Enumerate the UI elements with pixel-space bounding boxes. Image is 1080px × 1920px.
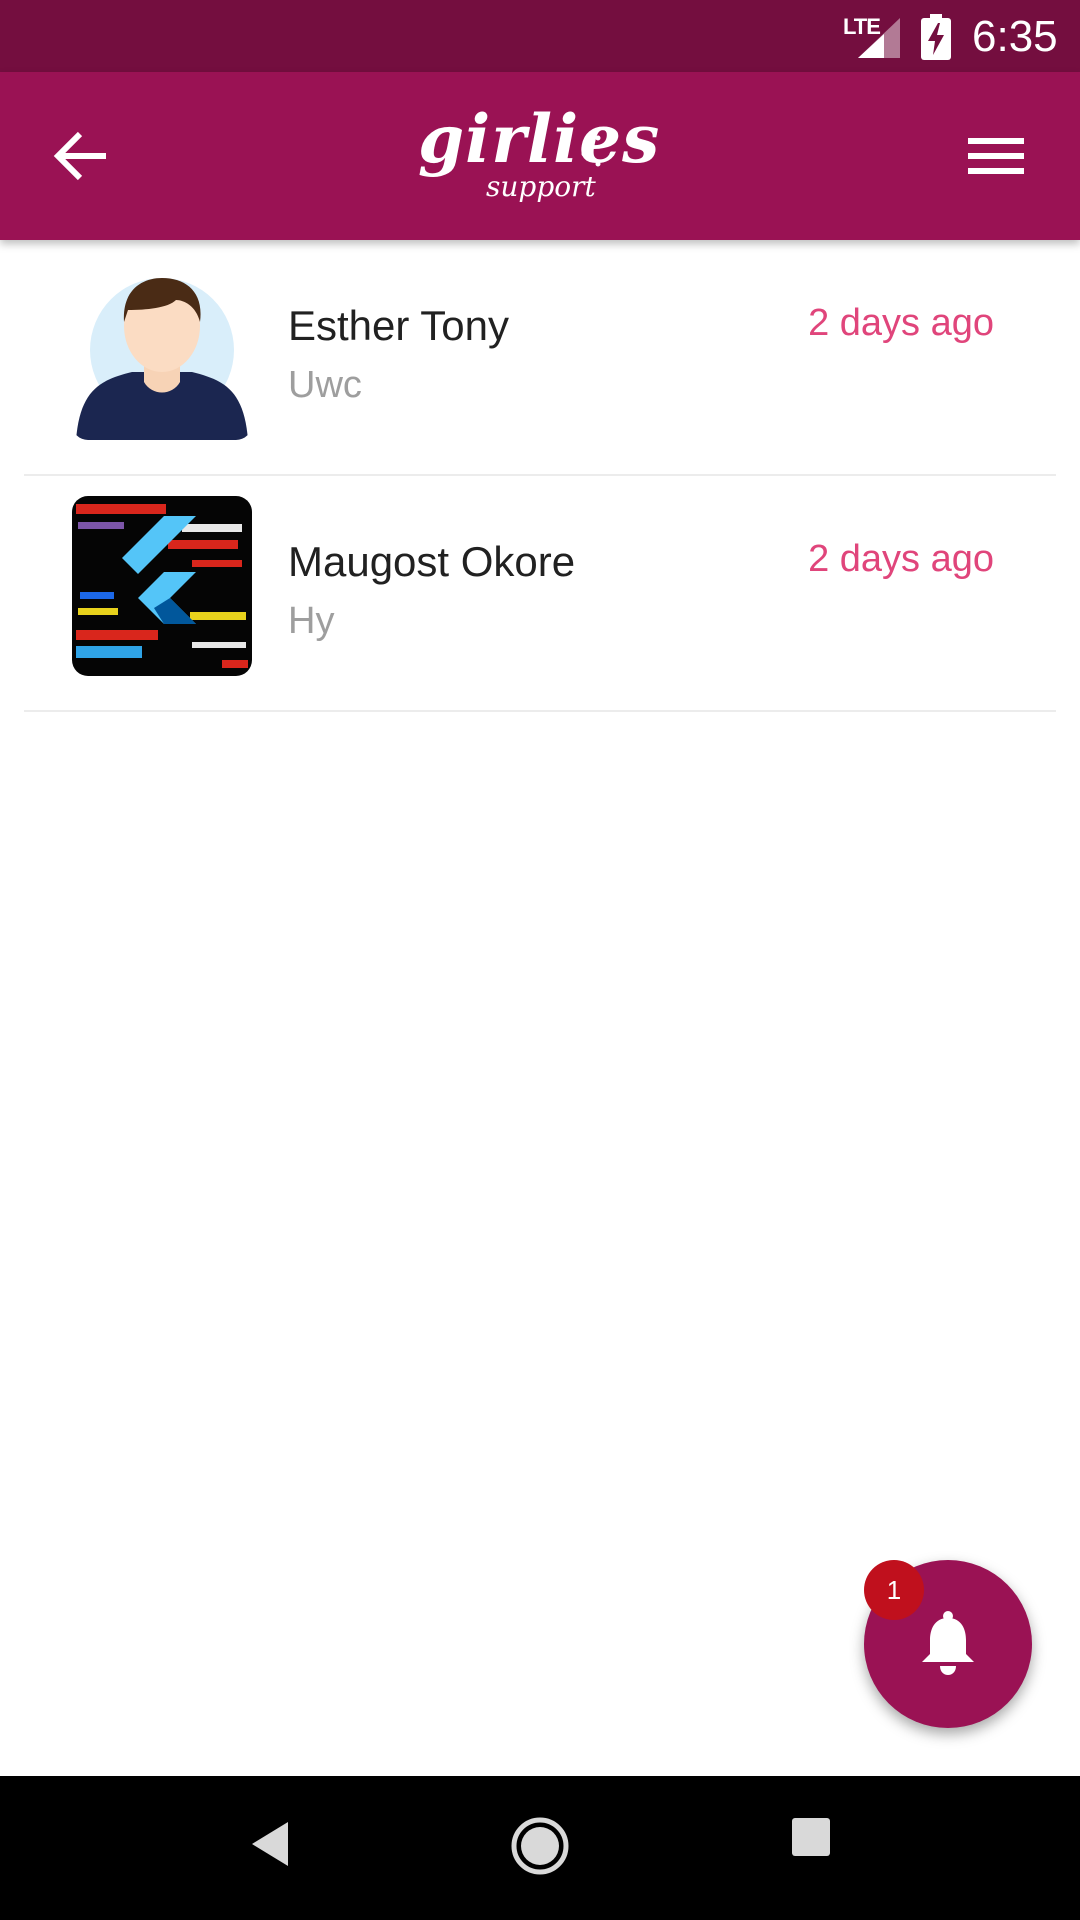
battery-charging-icon xyxy=(921,14,951,60)
message-time: 2 days ago xyxy=(808,538,994,580)
system-nav-bar xyxy=(0,1776,1080,1920)
status-bar: LTE 6:35 xyxy=(0,0,1080,72)
last-message: Uwc xyxy=(288,364,362,406)
logo-sub-text: support xyxy=(486,170,596,203)
default-person-avatar-icon xyxy=(72,260,252,440)
back-arrow-icon[interactable] xyxy=(48,126,120,186)
flutter-code-avatar-icon xyxy=(72,496,252,676)
message-time: 2 days ago xyxy=(808,302,994,344)
signal-icon xyxy=(858,18,900,58)
avatar xyxy=(72,496,252,676)
list-item[interactable]: Esther Tony Uwc 2 days ago xyxy=(0,240,1080,476)
notification-count-badge: 1 xyxy=(864,1560,924,1620)
nav-home-icon[interactable] xyxy=(510,1816,570,1876)
conversation-list: Esther Tony Uwc 2 days ago Maugost Okore… xyxy=(0,240,1080,712)
avatar xyxy=(72,260,252,440)
list-item[interactable]: Maugost Okore Hy 2 days ago xyxy=(0,476,1080,712)
nav-recents-icon[interactable] xyxy=(790,1816,832,1858)
logo-main-text: girlies xyxy=(418,100,661,178)
logo-sparkle-decoration xyxy=(581,135,615,167)
app-logo: girlies support xyxy=(410,100,670,220)
last-message: Hy xyxy=(288,600,335,642)
clock: 6:35 xyxy=(972,12,1058,61)
divider xyxy=(24,710,1056,712)
app-bar: girlies support xyxy=(0,72,1080,240)
nav-back-icon[interactable] xyxy=(244,1816,300,1872)
contact-name: Maugost Okore xyxy=(288,538,576,585)
contact-name: Esther Tony xyxy=(288,302,510,349)
bell-icon xyxy=(922,1611,974,1675)
hamburger-menu-icon[interactable] xyxy=(962,128,1032,184)
